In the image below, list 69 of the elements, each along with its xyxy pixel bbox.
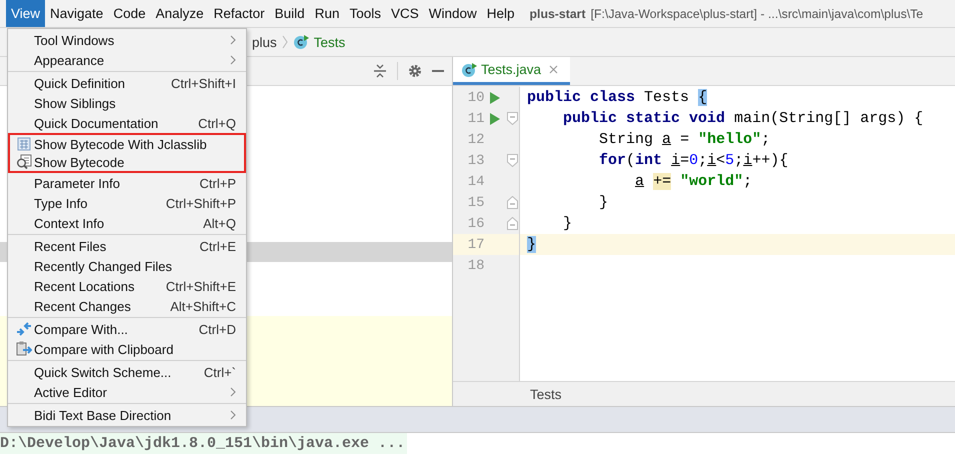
menu-item[interactable]: Show Bytecode: [8, 153, 246, 173]
menu-item[interactable]: Bidi Text Base Direction: [8, 405, 246, 425]
magnifier-document-icon: [16, 154, 32, 170]
line-number: 15: [466, 194, 485, 210]
code-line: String a = "hello";: [598, 131, 770, 148]
project-name: plus-start: [530, 6, 586, 20]
collapse-all-icon[interactable]: [373, 64, 387, 78]
line-number: 13: [466, 152, 485, 168]
line-number: 14: [466, 174, 485, 190]
fold-marker-icon[interactable]: [507, 196, 518, 209]
breadcrumb-item[interactable]: plus: [252, 34, 277, 50]
line-number: 16: [466, 216, 485, 232]
code-line: public class Tests {: [526, 89, 708, 106]
menu-bar-item[interactable]: Build: [270, 0, 310, 27]
class-icon: [461, 62, 477, 78]
menu-item[interactable]: Appearance: [8, 50, 246, 70]
menu-item[interactable]: Recent Files Ctrl+E: [8, 236, 246, 256]
menu-item[interactable]: Type Info Ctrl+Shift+P: [8, 193, 246, 213]
menu-item[interactable]: Recent Locations Ctrl+Shift+E: [8, 276, 246, 296]
project-path: [F:\Java-Workspace\plus-start] - ...\src\main\java\com\plus\Te: [590, 6, 924, 20]
class-icon: [292, 34, 309, 50]
clipboard-compare-icon: [16, 341, 32, 357]
menu-bar-item[interactable]: VCS: [386, 0, 424, 27]
run-icon[interactable]: [490, 92, 500, 104]
menu-bar-item[interactable]: Navigate: [45, 0, 108, 27]
menu-item[interactable]: Recent Changes Alt+Shift+C: [8, 296, 246, 316]
compare-arrows-icon: [16, 321, 32, 337]
menu-item[interactable]: Quick Documentation Ctrl+Q: [8, 113, 246, 133]
code-line: public static void main(String[] args) {: [562, 110, 924, 127]
menu-bar-item[interactable]: Tools: [344, 0, 386, 27]
fold-marker-icon[interactable]: [507, 154, 518, 167]
menu-item[interactable]: Compare With... Ctrl+D: [8, 319, 246, 339]
menu-item[interactable]: Show Siblings: [8, 93, 246, 113]
menu-bar-item[interactable]: Window: [424, 0, 482, 27]
code-line: }: [562, 215, 572, 232]
line-number: 12: [466, 132, 485, 148]
breadcrumb-item[interactable]: Tests: [530, 386, 562, 402]
run-icon[interactable]: [490, 112, 500, 124]
menu-item[interactable]: Show Bytecode With Jclasslib: [8, 133, 246, 153]
fold-marker-icon[interactable]: [507, 112, 518, 125]
grid-document-icon: [17, 137, 31, 151]
menu-item[interactable]: Parameter Info Ctrl+P: [8, 173, 246, 193]
menu-bar-item[interactable]: Help: [482, 0, 520, 27]
fold-marker-icon[interactable]: [507, 217, 518, 230]
menu-item[interactable]: Tool Windows: [8, 30, 246, 50]
menu-item[interactable]: Recently Changed Files: [8, 256, 246, 276]
code-line: }: [598, 194, 608, 211]
menu-bar-item[interactable]: Refactor: [208, 0, 270, 27]
menu-item[interactable]: Compare with Clipboard: [8, 339, 246, 359]
editor-tab[interactable]: Tests.java: [453, 57, 570, 85]
breadcrumb-item[interactable]: Tests: [314, 34, 346, 50]
line-number: 11: [466, 110, 485, 126]
line-number: 18: [466, 258, 485, 274]
menu-bar-item[interactable]: Analyze: [150, 0, 209, 27]
minimize-icon[interactable]: [432, 69, 444, 73]
menu-item[interactable]: Active Editor: [8, 382, 246, 402]
chevron-icon: [282, 35, 288, 49]
menu-bar-item[interactable]: View: [6, 0, 46, 27]
menu-bar-item[interactable]: Code: [108, 0, 151, 27]
line-number: 10: [466, 90, 485, 106]
menu-bar-item[interactable]: Run: [310, 0, 344, 27]
close-icon[interactable]: [549, 65, 558, 74]
line-number: 17: [466, 236, 485, 252]
menu-item[interactable]: Quick Switch Scheme... Ctrl+`: [8, 362, 246, 382]
code-line: for(int i=0;i<5;i++){: [598, 152, 788, 169]
settings-icon[interactable]: [408, 64, 422, 78]
code-line: a += "world";: [634, 173, 752, 190]
menu-item[interactable]: Context Info Alt+Q: [8, 213, 246, 233]
menu-item[interactable]: Quick Definition Ctrl+Shift+I: [8, 73, 246, 93]
